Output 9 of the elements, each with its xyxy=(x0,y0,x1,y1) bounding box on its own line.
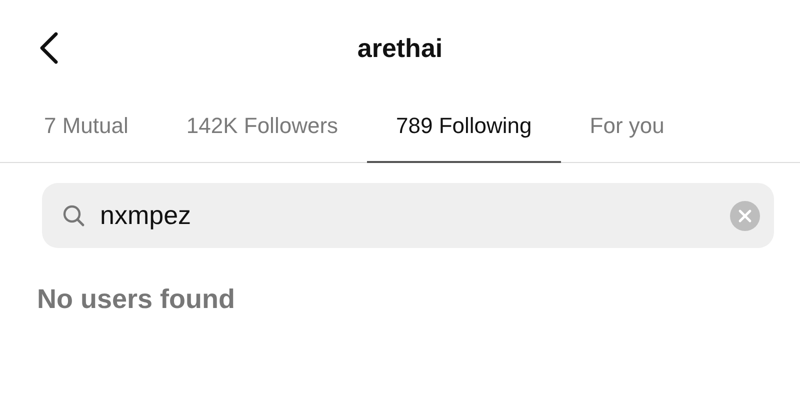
chevron-left-icon xyxy=(38,31,60,65)
tab[interactable]: 789 Following xyxy=(367,96,561,163)
back-button[interactable] xyxy=(38,31,60,65)
search-field[interactable]: nxmpez xyxy=(42,183,774,248)
username-title: arethai xyxy=(357,32,443,64)
tab[interactable]: 142K Followers xyxy=(157,96,368,163)
tab[interactable]: 7 Mutual xyxy=(15,96,158,163)
tab[interactable]: For you xyxy=(560,96,694,163)
empty-message: No users found xyxy=(37,284,236,315)
